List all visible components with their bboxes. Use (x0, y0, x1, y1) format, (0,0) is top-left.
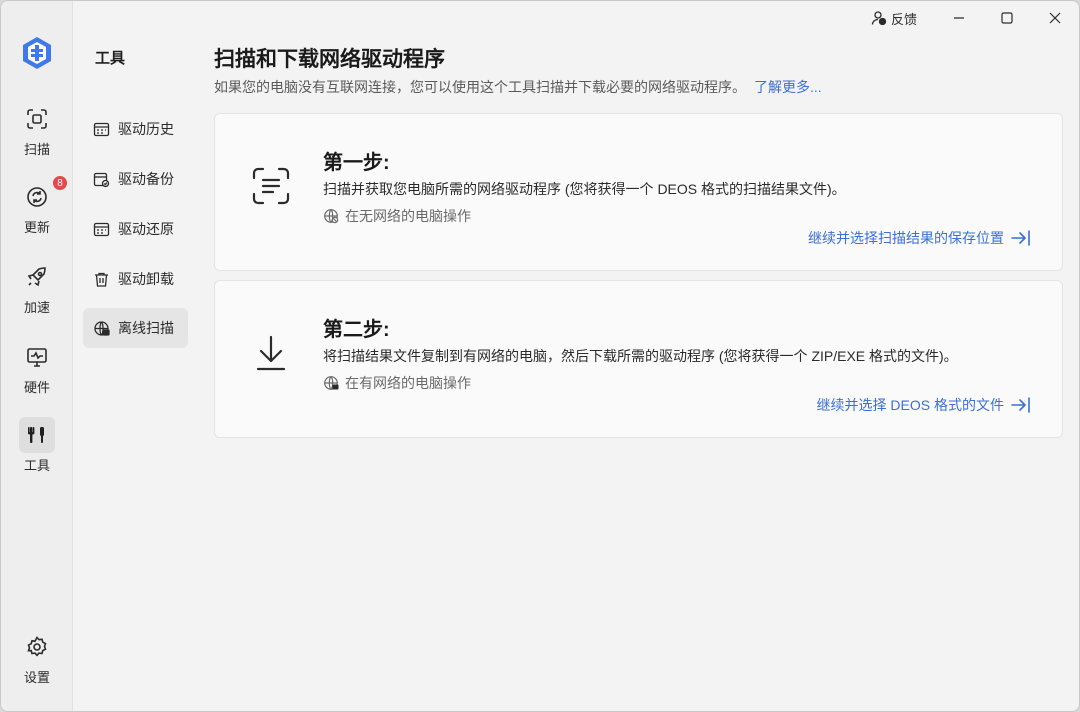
backup-icon (93, 172, 110, 187)
download-icon (256, 335, 286, 371)
app-window: 扫描 8 更新 加速 硬件 工具 设置 工具 驱动历史 驱动备份 驱动还原 驱动… (0, 0, 1080, 712)
nav-rail: 扫描 8 更新 加速 硬件 工具 设置 (1, 1, 73, 711)
refresh-icon (19, 179, 55, 215)
submenu-item-uninstall[interactable]: 驱动卸载 (83, 259, 188, 299)
globe-network-icon (324, 376, 339, 390)
nav-item-label: 硬件 (23, 380, 50, 395)
nav-item-label: 工具 (23, 458, 50, 473)
submenu-item-label: 驱动卸载 (118, 271, 174, 287)
history-icon (93, 122, 110, 136)
text-scan-icon (252, 167, 290, 205)
step-2-card: 第二步: 将扫描结果文件复制到有网络的电脑，然后下载所需的驱动程序 (您将获得一… (214, 280, 1063, 438)
globe-icon (324, 209, 339, 224)
nav-item-settings[interactable]: 设置 (9, 629, 65, 691)
monitor-icon (19, 339, 55, 375)
nav-item-hardware[interactable]: 硬件 (9, 339, 65, 401)
tools-icon (19, 417, 55, 453)
step-1-card: 第一步: 扫描并获取您电脑所需的网络驱动程序 (您将获得一个 DEOS 格式的扫… (214, 113, 1063, 271)
step-link-label: 继续并选择 DEOS 格式的文件 (816, 397, 1004, 413)
submenu-item-label: 离线扫描 (118, 320, 174, 336)
nav-item-tools[interactable]: 工具 (9, 417, 65, 479)
step-note: 在有网络的电脑操作 (323, 373, 471, 393)
submenu-title: 工具 (95, 50, 126, 67)
step-title: 第二步: (323, 319, 390, 341)
arrow-right-to-bar-icon (1011, 397, 1030, 413)
page-title: 扫描和下载网络驱动程序 (214, 48, 445, 71)
app-logo (23, 37, 51, 69)
trash-icon (95, 272, 108, 287)
nav-item-label: 设置 (23, 670, 50, 685)
nav-item-scan[interactable]: 扫描 (9, 101, 65, 163)
submenu-item-label: 驱动备份 (118, 171, 174, 187)
step-description: 扫描并获取您电脑所需的网络驱动程序 (您将获得一个 DEOS 格式的扫描结果文件… (323, 181, 846, 197)
submenu-item-history[interactable]: 驱动历史 (83, 109, 188, 149)
page-description: 如果您的电脑没有互联网连接，您可以使用这个工具扫描并下载必要的网络驱动程序。 了解… (214, 77, 822, 97)
update-count-badge: 8 (52, 175, 68, 191)
choose-deos-file-link[interactable]: 继续并选择 DEOS 格式的文件 (817, 395, 1032, 415)
nav-item-update[interactable]: 8 更新 (9, 175, 68, 241)
step-title: 第一步: (323, 152, 390, 174)
nav-item-label: 更新 (23, 220, 50, 235)
gear-icon (19, 629, 55, 665)
step-note-text: 在有网络的电脑操作 (345, 375, 471, 391)
tools-submenu: 工具 驱动历史 驱动备份 驱动还原 驱动卸载 离线扫描 (73, 1, 197, 711)
choose-save-location-link[interactable]: 继续并选择扫描结果的保存位置 (808, 228, 1032, 248)
submenu-item-backup[interactable]: 驱动备份 (83, 159, 188, 199)
arrow-right-to-bar-icon (1011, 230, 1030, 246)
step-description: 将扫描结果文件复制到有网络的电脑，然后下载所需的驱动程序 (您将获得一个 ZIP… (323, 348, 958, 364)
submenu-item-label: 驱动还原 (118, 221, 174, 237)
submenu-item-label: 驱动历史 (118, 121, 174, 137)
nav-item-label: 加速 (23, 300, 50, 315)
step-link-label: 继续并选择扫描结果的保存位置 (808, 230, 1004, 246)
step-note: 在无网络的电脑操作 (323, 206, 471, 226)
main-content: 扫描和下载网络驱动程序 如果您的电脑没有互联网连接，您可以使用这个工具扫描并下载… (197, 1, 1079, 711)
step-note-text: 在无网络的电脑操作 (345, 208, 471, 224)
submenu-item-restore[interactable]: 驱动还原 (83, 209, 188, 249)
offline-scan-icon (94, 320, 110, 336)
submenu-item-offline-scan[interactable]: 离线扫描 (83, 308, 188, 348)
nav-item-label: 扫描 (23, 142, 50, 157)
nav-item-boost[interactable]: 加速 (9, 259, 65, 321)
rocket-icon (19, 259, 55, 295)
restore-icon (93, 222, 110, 236)
scan-icon (19, 101, 55, 137)
learn-more-link[interactable]: 了解更多... (754, 79, 822, 95)
page-description-text: 如果您的电脑没有互联网连接，您可以使用这个工具扫描并下载必要的网络驱动程序。 (214, 79, 746, 95)
